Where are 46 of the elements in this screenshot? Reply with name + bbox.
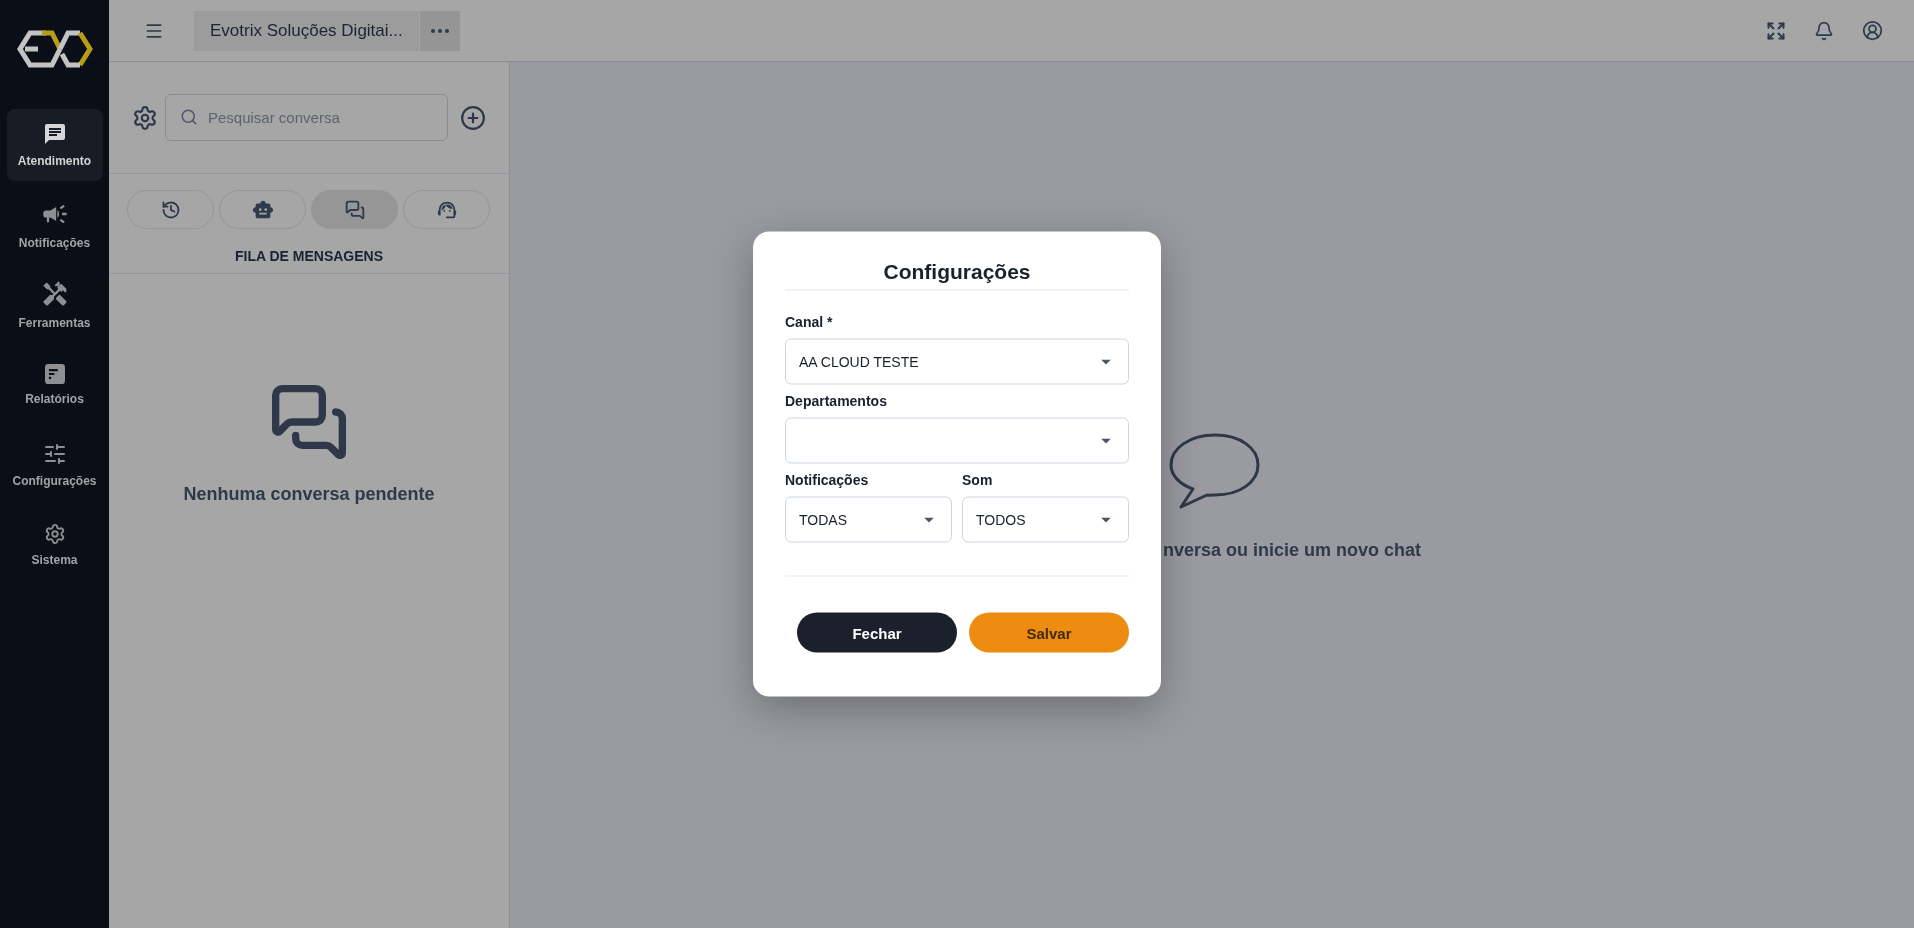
nav-item[interactable]: Notificações — [6, 189, 103, 261]
settings-icon[interactable] — [132, 104, 158, 131]
tools-icon — [40, 280, 69, 308]
nav-item[interactable]: Sistema — [6, 509, 103, 581]
gear-icon — [43, 523, 66, 545]
dialog-title: Configurações — [883, 258, 1031, 284]
queue-title: FILA DE MENSAGENS — [109, 229, 509, 274]
robot-icon — [251, 198, 274, 221]
dropdown-field[interactable]: AA CLOUD TESTE — [785, 338, 1129, 385]
caret-icon — [1101, 438, 1111, 443]
nav-item[interactable]: Ferramentas — [6, 269, 103, 341]
report-icon — [44, 364, 65, 384]
chats-icon — [269, 382, 349, 462]
logo-icon — [15, 30, 94, 68]
bell-icon[interactable] — [1814, 20, 1834, 41]
more-icon — [430, 28, 449, 33]
chats-tab[interactable] — [311, 190, 398, 229]
chat-empty-message: nversa ou inicie um novo chat — [1163, 540, 1422, 561]
search-field[interactable]: Pesquisar conversa — [165, 94, 448, 141]
empty-message: Nenhuma conversa pendente — [183, 484, 435, 505]
more-button[interactable] — [419, 10, 460, 51]
chats-icon — [344, 199, 365, 220]
nav-item[interactable]: Configurações — [6, 429, 103, 501]
search-icon — [180, 108, 198, 126]
caret-icon — [1101, 359, 1111, 364]
user-icon[interactable] — [1862, 20, 1883, 41]
document-tab[interactable]: Evotrix Soluções Digitai... — [194, 10, 419, 51]
field-label: Notificações — [785, 471, 869, 489]
nav-item[interactable]: Atendimento — [6, 109, 103, 181]
sliders-icon — [42, 442, 67, 466]
field-label: Departamentos — [785, 392, 887, 410]
fullscreen-icon[interactable] — [1766, 20, 1786, 41]
dropdown-field[interactable] — [785, 417, 1129, 464]
history-icon — [160, 199, 181, 220]
chat-icon — [42, 122, 67, 146]
field-label: Som — [962, 471, 993, 489]
close-button[interactable]: Fechar — [797, 612, 957, 653]
speech-bubble-icon — [1169, 433, 1261, 511]
nav-item[interactable]: Relatórios — [6, 349, 103, 421]
field-label: Canal * — [785, 313, 833, 331]
add-icon[interactable] — [460, 104, 486, 131]
dropdown-field[interactable]: TODAS — [785, 496, 952, 543]
save-button[interactable]: Salvar — [969, 612, 1129, 653]
dropdown-field[interactable]: TODOS — [962, 496, 1129, 543]
caret-icon — [1101, 517, 1111, 522]
caret-icon — [924, 517, 934, 522]
